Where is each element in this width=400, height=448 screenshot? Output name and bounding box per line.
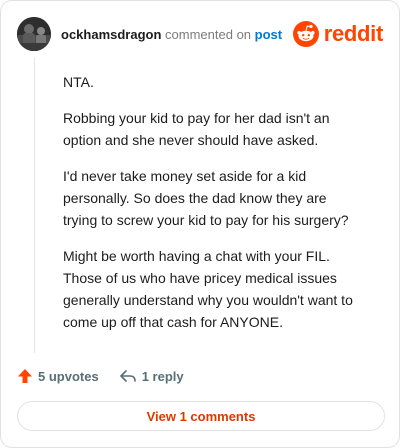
- upvote-arrow-icon: [18, 369, 32, 383]
- comment-paragraph: NTA.: [63, 74, 94, 90]
- comment-paragraph: Robbing your kid to pay for her dad isn'…: [63, 110, 330, 148]
- reply-arrow-icon: [119, 370, 136, 382]
- view-comments-button[interactable]: View 1 comments: [17, 401, 385, 431]
- avatar-image: [17, 17, 51, 51]
- comment-paragraph: Might be worth having a chat with your F…: [63, 248, 353, 330]
- thread-line: [34, 57, 35, 353]
- reddit-wordmark: reddit: [323, 21, 384, 46]
- comment-actions: 5 upvotes 1 reply: [17, 365, 184, 387]
- reddit-logo[interactable]: reddit: [292, 21, 384, 47]
- reply-count: 1 reply: [141, 368, 184, 384]
- comment-body: NTA. Robbing your kid to pay for her dad…: [63, 71, 363, 347]
- comment-card: ockhamsdragon commented on post reddit N…: [0, 0, 400, 448]
- upvote-button[interactable]: 5 upvotes: [17, 368, 99, 384]
- comment-paragraph: I'd never take money set aside for a kid…: [63, 168, 349, 228]
- reddit-snoo-icon: [292, 21, 319, 47]
- avatar[interactable]: [17, 17, 51, 51]
- reply-button[interactable]: 1 reply: [119, 368, 184, 384]
- commented-on-text: commented on: [165, 26, 252, 42]
- post-link[interactable]: post: [255, 27, 282, 42]
- upvote-count: 5 upvotes: [38, 368, 99, 384]
- comment-header: ockhamsdragon commented on post reddit: [17, 17, 383, 51]
- username-link[interactable]: ockhamsdragon: [61, 27, 161, 42]
- comment-meta: ockhamsdragon commented on post: [61, 27, 282, 42]
